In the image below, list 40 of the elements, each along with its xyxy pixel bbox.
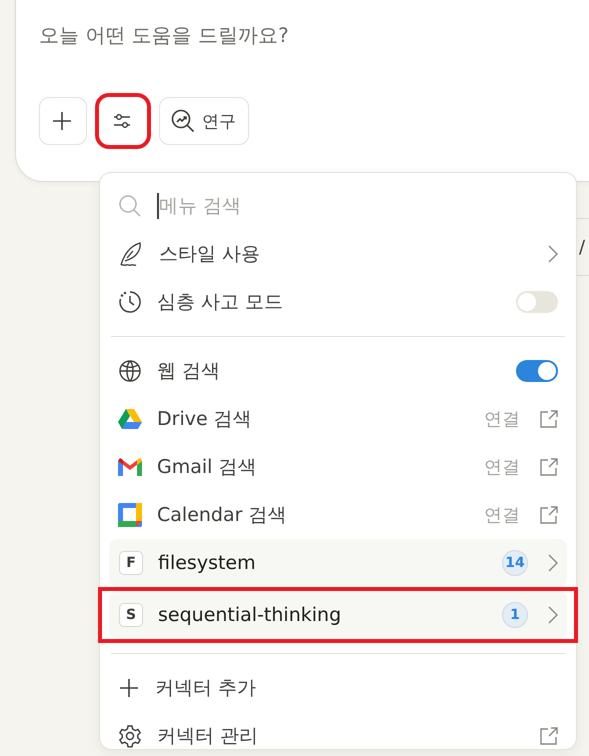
tools-button[interactable] (99, 97, 147, 145)
external-link-icon (540, 410, 558, 428)
menu-item[interactable]: Calendar 검색 연결 (109, 491, 567, 539)
count-badge: 1 (502, 602, 528, 628)
toggle-switch[interactable] (516, 360, 558, 382)
settings-icon (118, 724, 142, 748)
external-link-icon (540, 506, 558, 524)
chevron-icon (548, 245, 558, 263)
connector-badge: S (119, 603, 143, 627)
menu-item[interactable]: 커넥터 관리 (109, 712, 567, 756)
chevron-icon (548, 554, 558, 572)
menu-item[interactable]: F filesystem 14 (109, 539, 567, 587)
prompt-field[interactable]: 오늘 어떤 도움을 드릴까요? (39, 21, 479, 49)
menu-search-field[interactable]: 메뉴 검색 (157, 193, 558, 219)
connector-badge: F (119, 551, 143, 575)
plus-icon (51, 110, 73, 132)
background-text: / (579, 236, 586, 258)
toggle-switch[interactable] (516, 291, 558, 313)
search-icon (118, 194, 142, 218)
menu-item[interactable]: 커넥터 추가 (109, 664, 567, 712)
menu-item[interactable]: 심층 사고 모드 (109, 278, 567, 326)
mail-icon (118, 458, 142, 476)
menu-item[interactable]: 웹 검색 (109, 347, 567, 395)
feather-icon (118, 241, 144, 267)
plus-icon (118, 677, 140, 699)
menu-item[interactable]: Drive 검색 연결 (109, 395, 567, 443)
globe-icon (118, 359, 142, 383)
add-button[interactable] (39, 97, 87, 145)
research-icon (170, 108, 196, 134)
count-badge: 14 (502, 550, 528, 576)
external-link-icon (540, 727, 558, 745)
chevron-icon (548, 606, 558, 624)
clock-icon (118, 290, 142, 314)
menu-item[interactable]: 스타일 사용 (109, 230, 567, 278)
menu-item[interactable]: S sequential-thinking 1 (109, 591, 567, 639)
drive-icon (118, 408, 142, 430)
calendar-icon (118, 503, 142, 527)
research-button[interactable]: 연구 (159, 97, 249, 145)
menu-item[interactable]: Gmail 검색 연결 (109, 443, 567, 491)
external-link-icon (540, 458, 558, 476)
